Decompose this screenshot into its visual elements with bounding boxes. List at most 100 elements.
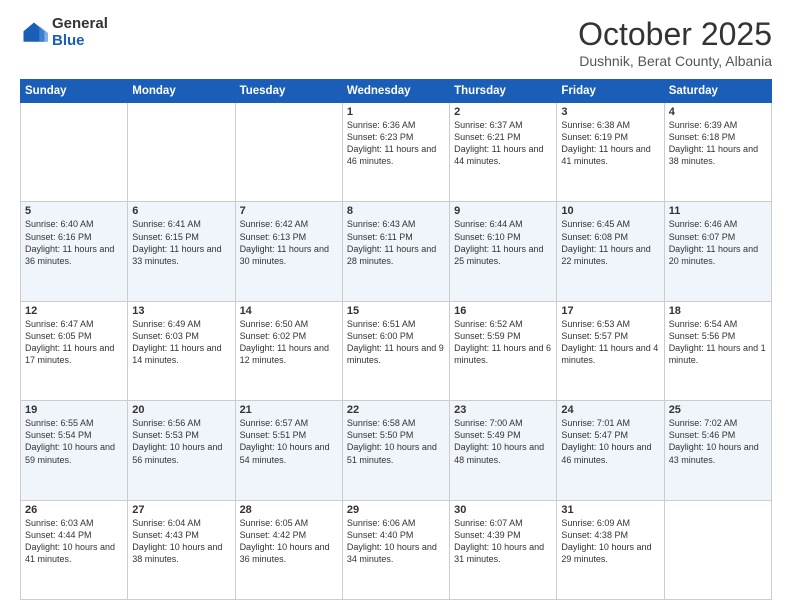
day-number: 11 xyxy=(669,205,767,217)
day-number: 1 xyxy=(347,106,445,118)
day-number: 2 xyxy=(454,106,552,118)
day-info: Sunrise: 7:00 AM Sunset: 5:49 PM Dayligh… xyxy=(454,417,552,466)
month-title: October 2025 xyxy=(578,16,772,53)
calendar-week-row: 26Sunrise: 6:03 AM Sunset: 4:44 PM Dayli… xyxy=(21,500,772,599)
day-info: Sunrise: 6:50 AM Sunset: 6:02 PM Dayligh… xyxy=(240,318,338,367)
day-number: 9 xyxy=(454,205,552,217)
calendar-cell: 4Sunrise: 6:39 AM Sunset: 6:18 PM Daylig… xyxy=(664,103,771,202)
logo-icon xyxy=(20,19,48,47)
calendar-header-thursday: Thursday xyxy=(450,80,557,103)
calendar-cell: 26Sunrise: 6:03 AM Sunset: 4:44 PM Dayli… xyxy=(21,500,128,599)
calendar-cell: 17Sunrise: 6:53 AM Sunset: 5:57 PM Dayli… xyxy=(557,301,664,400)
day-info: Sunrise: 6:53 AM Sunset: 5:57 PM Dayligh… xyxy=(561,318,659,367)
day-number: 29 xyxy=(347,504,445,516)
day-info: Sunrise: 6:55 AM Sunset: 5:54 PM Dayligh… xyxy=(25,417,123,466)
day-info: Sunrise: 6:41 AM Sunset: 6:15 PM Dayligh… xyxy=(132,218,230,267)
calendar-header-saturday: Saturday xyxy=(664,80,771,103)
logo-blue-text: Blue xyxy=(52,33,108,50)
day-number: 16 xyxy=(454,305,552,317)
calendar-cell: 7Sunrise: 6:42 AM Sunset: 6:13 PM Daylig… xyxy=(235,202,342,301)
calendar-cell: 29Sunrise: 6:06 AM Sunset: 4:40 PM Dayli… xyxy=(342,500,449,599)
calendar-cell: 8Sunrise: 6:43 AM Sunset: 6:11 PM Daylig… xyxy=(342,202,449,301)
logo: General Blue xyxy=(20,16,108,49)
calendar-cell: 11Sunrise: 6:46 AM Sunset: 6:07 PM Dayli… xyxy=(664,202,771,301)
day-number: 20 xyxy=(132,404,230,416)
day-info: Sunrise: 6:57 AM Sunset: 5:51 PM Dayligh… xyxy=(240,417,338,466)
calendar-week-row: 1Sunrise: 6:36 AM Sunset: 6:23 PM Daylig… xyxy=(21,103,772,202)
calendar-cell: 31Sunrise: 6:09 AM Sunset: 4:38 PM Dayli… xyxy=(557,500,664,599)
day-number: 21 xyxy=(240,404,338,416)
day-info: Sunrise: 6:46 AM Sunset: 6:07 PM Dayligh… xyxy=(669,218,767,267)
day-number: 18 xyxy=(669,305,767,317)
day-number: 6 xyxy=(132,205,230,217)
calendar-week-row: 19Sunrise: 6:55 AM Sunset: 5:54 PM Dayli… xyxy=(21,401,772,500)
day-info: Sunrise: 6:36 AM Sunset: 6:23 PM Dayligh… xyxy=(347,119,445,168)
day-number: 30 xyxy=(454,504,552,516)
calendar-cell: 3Sunrise: 6:38 AM Sunset: 6:19 PM Daylig… xyxy=(557,103,664,202)
day-number: 31 xyxy=(561,504,659,516)
day-info: Sunrise: 6:51 AM Sunset: 6:00 PM Dayligh… xyxy=(347,318,445,367)
calendar-header-friday: Friday xyxy=(557,80,664,103)
calendar-cell: 5Sunrise: 6:40 AM Sunset: 6:16 PM Daylig… xyxy=(21,202,128,301)
day-number: 27 xyxy=(132,504,230,516)
calendar-header-monday: Monday xyxy=(128,80,235,103)
calendar-header-tuesday: Tuesday xyxy=(235,80,342,103)
day-number: 14 xyxy=(240,305,338,317)
calendar-cell: 10Sunrise: 6:45 AM Sunset: 6:08 PM Dayli… xyxy=(557,202,664,301)
calendar-cell: 21Sunrise: 6:57 AM Sunset: 5:51 PM Dayli… xyxy=(235,401,342,500)
location: Dushnik, Berat County, Albania xyxy=(578,53,772,69)
title-block: October 2025 Dushnik, Berat County, Alba… xyxy=(578,16,772,69)
calendar-cell: 13Sunrise: 6:49 AM Sunset: 6:03 PM Dayli… xyxy=(128,301,235,400)
calendar-cell: 18Sunrise: 6:54 AM Sunset: 5:56 PM Dayli… xyxy=(664,301,771,400)
calendar-cell xyxy=(128,103,235,202)
calendar-cell: 24Sunrise: 7:01 AM Sunset: 5:47 PM Dayli… xyxy=(557,401,664,500)
day-info: Sunrise: 6:05 AM Sunset: 4:42 PM Dayligh… xyxy=(240,517,338,566)
calendar-cell: 22Sunrise: 6:58 AM Sunset: 5:50 PM Dayli… xyxy=(342,401,449,500)
day-info: Sunrise: 6:44 AM Sunset: 6:10 PM Dayligh… xyxy=(454,218,552,267)
day-info: Sunrise: 6:45 AM Sunset: 6:08 PM Dayligh… xyxy=(561,218,659,267)
calendar-cell xyxy=(235,103,342,202)
calendar-header-sunday: Sunday xyxy=(21,80,128,103)
calendar-week-row: 5Sunrise: 6:40 AM Sunset: 6:16 PM Daylig… xyxy=(21,202,772,301)
day-info: Sunrise: 7:01 AM Sunset: 5:47 PM Dayligh… xyxy=(561,417,659,466)
day-number: 8 xyxy=(347,205,445,217)
calendar-week-row: 12Sunrise: 6:47 AM Sunset: 6:05 PM Dayli… xyxy=(21,301,772,400)
calendar-cell: 25Sunrise: 7:02 AM Sunset: 5:46 PM Dayli… xyxy=(664,401,771,500)
day-info: Sunrise: 6:54 AM Sunset: 5:56 PM Dayligh… xyxy=(669,318,767,367)
day-number: 13 xyxy=(132,305,230,317)
calendar-cell: 20Sunrise: 6:56 AM Sunset: 5:53 PM Dayli… xyxy=(128,401,235,500)
calendar-cell: 14Sunrise: 6:50 AM Sunset: 6:02 PM Dayli… xyxy=(235,301,342,400)
calendar-header-row: SundayMondayTuesdayWednesdayThursdayFrid… xyxy=(21,80,772,103)
day-info: Sunrise: 6:42 AM Sunset: 6:13 PM Dayligh… xyxy=(240,218,338,267)
day-number: 28 xyxy=(240,504,338,516)
day-number: 10 xyxy=(561,205,659,217)
calendar-cell: 19Sunrise: 6:55 AM Sunset: 5:54 PM Dayli… xyxy=(21,401,128,500)
calendar-cell: 1Sunrise: 6:36 AM Sunset: 6:23 PM Daylig… xyxy=(342,103,449,202)
day-number: 25 xyxy=(669,404,767,416)
day-info: Sunrise: 6:47 AM Sunset: 6:05 PM Dayligh… xyxy=(25,318,123,367)
day-info: Sunrise: 7:02 AM Sunset: 5:46 PM Dayligh… xyxy=(669,417,767,466)
calendar-cell: 6Sunrise: 6:41 AM Sunset: 6:15 PM Daylig… xyxy=(128,202,235,301)
day-info: Sunrise: 6:56 AM Sunset: 5:53 PM Dayligh… xyxy=(132,417,230,466)
calendar-cell: 15Sunrise: 6:51 AM Sunset: 6:00 PM Dayli… xyxy=(342,301,449,400)
day-number: 3 xyxy=(561,106,659,118)
calendar-cell: 16Sunrise: 6:52 AM Sunset: 5:59 PM Dayli… xyxy=(450,301,557,400)
day-number: 17 xyxy=(561,305,659,317)
day-number: 7 xyxy=(240,205,338,217)
day-info: Sunrise: 6:38 AM Sunset: 6:19 PM Dayligh… xyxy=(561,119,659,168)
day-number: 22 xyxy=(347,404,445,416)
calendar-cell xyxy=(664,500,771,599)
day-info: Sunrise: 6:37 AM Sunset: 6:21 PM Dayligh… xyxy=(454,119,552,168)
day-info: Sunrise: 6:04 AM Sunset: 4:43 PM Dayligh… xyxy=(132,517,230,566)
calendar-cell: 23Sunrise: 7:00 AM Sunset: 5:49 PM Dayli… xyxy=(450,401,557,500)
calendar-cell xyxy=(21,103,128,202)
calendar-cell: 27Sunrise: 6:04 AM Sunset: 4:43 PM Dayli… xyxy=(128,500,235,599)
logo-text: General Blue xyxy=(52,16,108,49)
calendar-cell: 12Sunrise: 6:47 AM Sunset: 6:05 PM Dayli… xyxy=(21,301,128,400)
day-number: 19 xyxy=(25,404,123,416)
day-number: 26 xyxy=(25,504,123,516)
day-number: 15 xyxy=(347,305,445,317)
day-number: 23 xyxy=(454,404,552,416)
calendar-cell: 28Sunrise: 6:05 AM Sunset: 4:42 PM Dayli… xyxy=(235,500,342,599)
day-info: Sunrise: 6:39 AM Sunset: 6:18 PM Dayligh… xyxy=(669,119,767,168)
